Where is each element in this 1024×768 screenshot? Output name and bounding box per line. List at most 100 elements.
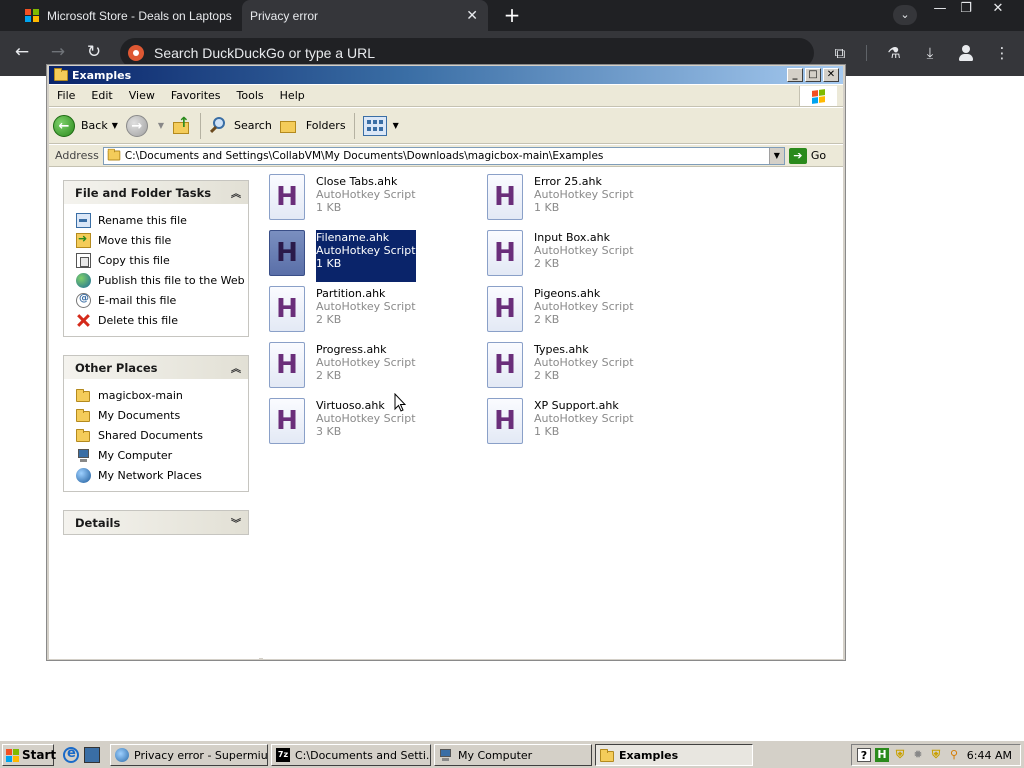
folders-icon [279,118,300,134]
file-name: XP Support.ahk [534,399,619,412]
new-tab-button[interactable]: + [500,4,524,26]
browser-tab-privacy-error[interactable]: Privacy error ✕ [242,0,488,31]
file-size: 1 KB [316,201,342,214]
file-type: AutoHotkey Script [534,300,634,313]
back-button[interactable]: ← Back ▼ [49,111,122,141]
link-label: Delete this file [98,313,178,327]
menu-view[interactable]: View [121,85,163,107]
go-button[interactable]: ➔ Go [788,147,826,164]
restore-icon[interactable]: ❐ [952,0,980,20]
file-item[interactable]: H Progress.ahk AutoHotkey Script 2 KB [269,342,469,394]
chevron-down-icon[interactable]: ▼ [768,147,784,164]
collapse-chevron-icon[interactable]: ︽ [231,185,241,200]
file-item[interactable]: H XP Support.ahk AutoHotkey Script 1 KB [487,398,687,450]
place-my-documents[interactable]: My Documents [76,405,248,425]
shield-icon[interactable]: ⛨ [893,748,907,762]
expand-chevron-icon[interactable]: ︾ [231,515,241,530]
collapse-chevron-icon[interactable]: ︽ [231,360,241,375]
file-item[interactable]: H Types.ahk AutoHotkey Script 2 KB [487,342,687,394]
profile-avatar-icon[interactable] [957,44,975,62]
address-input[interactable]: C:\Documents and Settings\CollabVM\My Do… [102,146,785,165]
delete-file-link[interactable]: Delete this file [76,310,248,330]
file-item-selected[interactable]: H Filename.ahk AutoHotkey Script 1 KB [269,230,469,282]
panel-header[interactable]: File and Folder Tasks ︽ [64,181,248,204]
file-item[interactable]: H Virtuoso.ahk AutoHotkey Script 3 KB [269,398,469,450]
internet-explorer-icon[interactable] [63,746,79,763]
autohotkey-tray-icon[interactable]: H [875,748,889,762]
file-list-view: H Close Tabs.ahk AutoHotkey Script 1 KB H … [263,168,843,659]
file-item[interactable]: H Error 25.ahk AutoHotkey Script 1 KB [487,174,687,226]
window-titlebar[interactable]: Examples _ □ ✕ [49,66,843,84]
search-icon [209,116,229,136]
window-title: Examples [72,68,132,82]
panel-header[interactable]: Other Places ︽ [64,356,248,379]
file-item[interactable]: H Input Box.ahk AutoHotkey Script 2 KB [487,230,687,282]
maximize-button[interactable]: □ [805,68,821,82]
forward-arrow-icon[interactable]: → [46,41,70,65]
copy-file-link[interactable]: Copy this file [76,250,248,270]
search-button[interactable]: Search [205,111,276,141]
browser-tab-microsoft-store[interactable]: Microsoft Store - Deals on Laptops [16,0,242,31]
taskbar-item-browser[interactable]: Privacy error - Supermium [110,744,268,766]
taskbar-item-my-computer[interactable]: My Computer [434,744,592,766]
rename-file-link[interactable]: Rename this file [76,210,248,230]
place-magicbox-main[interactable]: magicbox-main [76,385,248,405]
email-file-link[interactable]: E-mail this file [76,290,248,310]
file-item[interactable]: H Partition.ahk AutoHotkey Script 2 KB [269,286,469,338]
close-tab-icon[interactable]: ✕ [466,8,478,22]
task-label: My Computer [458,748,533,762]
show-desktop-icon[interactable] [84,747,100,763]
toolbar-separator [353,112,355,139]
panel-header[interactable]: Details ︾ [64,511,248,534]
tab-search-icon[interactable]: ⌄ [893,5,917,25]
labs-flask-icon[interactable]: ⚗ [883,42,905,64]
up-folder-button[interactable]: ↑ [168,111,196,141]
gear-icon[interactable]: ✹ [911,748,925,762]
views-button[interactable]: ▼ [359,111,403,141]
search-icon[interactable]: ⚲ [947,748,961,762]
taskbar-item-examples[interactable]: Examples [595,744,753,766]
move-file-link[interactable]: Move this file [76,230,248,250]
folders-button[interactable]: Folders [276,111,350,141]
file-item[interactable]: H Close Tabs.ahk AutoHotkey Script 1 KB [269,174,469,226]
menu-edit[interactable]: Edit [83,85,120,107]
chevron-down-icon[interactable]: ▼ [112,121,118,130]
autohotkey-file-icon: H [487,342,523,388]
folder-icon [600,748,614,762]
menu-tools[interactable]: Tools [229,85,272,107]
download-icon[interactable]: ⤓ [919,42,941,64]
minimize-icon[interactable]: — [926,0,954,20]
folder-icon [107,148,121,161]
close-button[interactable]: ✕ [823,68,839,82]
chevron-down-icon[interactable]: ▼ [158,121,164,130]
reload-icon[interactable]: ↻ [82,41,106,65]
publish-file-link[interactable]: Publish this file to the Web [76,270,248,290]
toolbar-divider [866,45,867,61]
chevron-down-icon[interactable]: ▼ [393,121,399,130]
security-shield-icon[interactable]: ⛨ [929,748,943,762]
menu-favorites[interactable]: Favorites [163,85,229,107]
menu-kebab-icon[interactable]: ⋮ [991,42,1013,64]
file-type: AutoHotkey Script [534,412,634,425]
link-label: My Documents [98,408,181,422]
extensions-icon[interactable]: ⧉ [829,42,851,64]
back-arrow-icon[interactable]: ← [10,41,34,65]
minimize-button[interactable]: _ [787,68,803,82]
place-my-network-places[interactable]: My Network Places [76,465,248,485]
menu-file[interactable]: File [49,85,83,107]
menu-help[interactable]: Help [272,85,313,107]
close-window-icon[interactable]: ✕ [984,0,1012,20]
clock[interactable]: 6:44 AM [967,749,1012,762]
start-button[interactable]: Start [2,744,56,766]
place-my-computer[interactable]: My Computer [76,445,248,465]
file-type: AutoHotkey Script [534,356,634,369]
taskbar-item-7zip[interactable]: 7z C:\Documents and Setti... [271,744,431,766]
link-label: My Network Places [98,468,202,482]
system-tray: ? H ⛨ ✹ ⛨ ⚲ 6:44 AM [851,744,1021,766]
folder-up-icon: ↑ [172,115,192,135]
forward-button[interactable]: → ▼ [122,111,168,141]
file-item[interactable]: H Pigeons.ahk AutoHotkey Script 2 KB [487,286,687,338]
task-label: C:\Documents and Setti... [295,748,431,762]
help-icon[interactable]: ? [857,748,871,762]
place-shared-documents[interactable]: Shared Documents [76,425,248,445]
